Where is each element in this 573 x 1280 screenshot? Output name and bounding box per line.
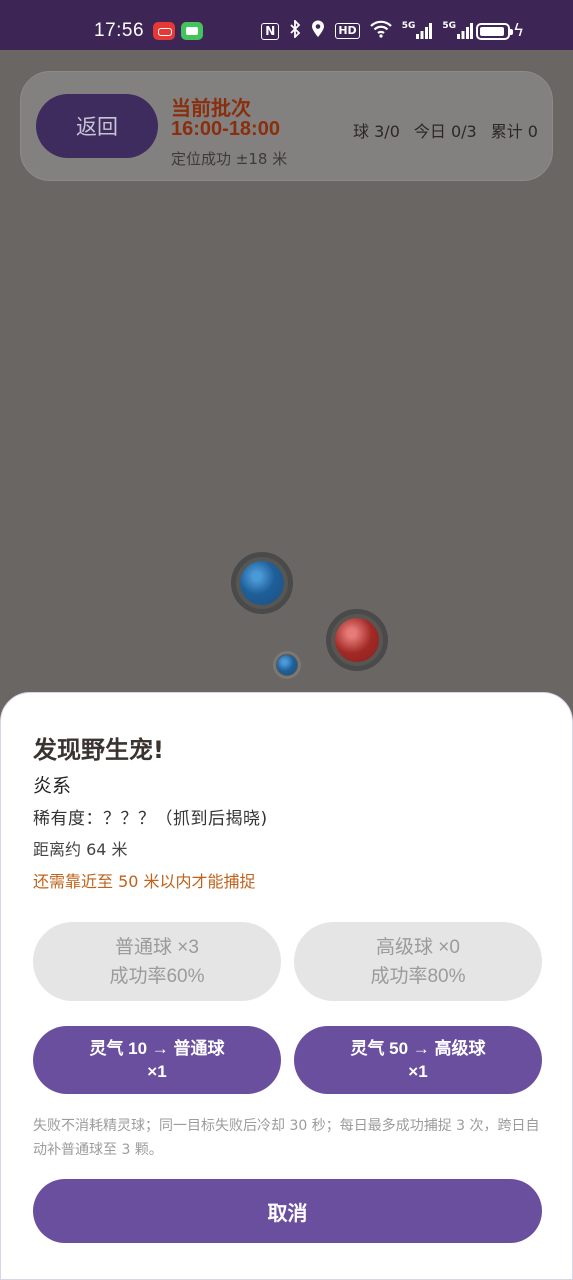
exchange-normal-line1: 灵气 10 → 普通球 <box>89 1039 225 1058</box>
pet-distance: 距离约 64 米 <box>33 840 128 859</box>
notification-app-icon <box>153 22 175 40</box>
exchange-normal-ball-button[interactable]: 灵气 10 → 普通球 ×1 <box>33 1026 281 1094</box>
sheet-title: 发现野生宠! <box>33 736 164 764</box>
batch-title: 当前批次 <box>171 96 251 120</box>
today-count: 今日 0/3 <box>413 122 477 141</box>
charging-icon: ϟ <box>513 21 525 41</box>
normal-ball-rate: 成功率60% <box>109 965 205 987</box>
pokeball-red-icon <box>335 618 379 662</box>
status-bar: 17:56 N HD 5G 5G ϟ <box>0 0 573 50</box>
stats-row: 球 3/0 今日 0/3 累计 0 <box>353 118 538 142</box>
cancel-button[interactable]: 取消 <box>33 1179 542 1243</box>
location-status: 定位成功 ±18 米 <box>171 150 288 168</box>
distance-warning: 还需靠近至 50 米以内才能捕捉 <box>33 872 256 891</box>
normal-ball-label: 普通球 ×3 <box>115 936 199 958</box>
status-time: 17:56 <box>94 20 145 41</box>
5g-signal-icon: 5G <box>402 22 433 40</box>
pokeball-blue-icon <box>240 561 284 605</box>
pet-rarity: 稀有度：？？？（抓到后揭晓) <box>33 809 268 829</box>
nfc-icon: N <box>261 22 280 40</box>
rules-note: 失败不消耗精灵球；同一目标失败后冷却 30 秒；每日最多成功捕捉 3 次，跨日自… <box>33 1118 540 1158</box>
ball-count: 球 3/0 <box>353 122 400 141</box>
advanced-ball-rate: 成功率80% <box>370 965 466 987</box>
location-icon <box>311 20 325 42</box>
wild-pet-sheet: 发现野生宠! 炎系 稀有度：？？？（抓到后揭晓) 距离约 64 米 还需靠近至 … <box>0 692 573 1280</box>
batch-info-card: 返回 当前批次 16:00-18:00 定位成功 ±18 米 球 3/0 今日 … <box>20 71 553 181</box>
back-button[interactable]: 返回 <box>36 94 158 158</box>
exchange-advanced-line1: 灵气 50 → 高级球 <box>350 1039 486 1058</box>
bluetooth-icon <box>289 18 301 42</box>
battery-icon <box>476 23 513 40</box>
advanced-ball-button[interactable]: 高级球 ×0 成功率80% <box>294 922 542 1001</box>
pet-element: 炎系 <box>33 775 72 797</box>
player-location-icon <box>277 655 297 675</box>
advanced-ball-label: 高级球 ×0 <box>376 936 460 958</box>
normal-ball-button[interactable]: 普通球 ×3 成功率60% <box>33 922 281 1001</box>
message-app-icon <box>181 22 203 40</box>
5g-signal-icon: 5G <box>442 22 473 40</box>
status-icons: N HD 5G 5G <box>261 18 473 42</box>
wifi-icon <box>369 20 392 42</box>
batch-time: 16:00-18:00 <box>171 118 280 140</box>
exchange-advanced-ball-button[interactable]: 灵气 50 → 高级球 ×1 <box>294 1026 542 1094</box>
exchange-advanced-line2: ×1 <box>408 1062 428 1081</box>
hd-icon: HD <box>335 23 360 39</box>
total-count: 累计 0 <box>490 122 538 141</box>
exchange-normal-line2: ×1 <box>147 1062 167 1081</box>
